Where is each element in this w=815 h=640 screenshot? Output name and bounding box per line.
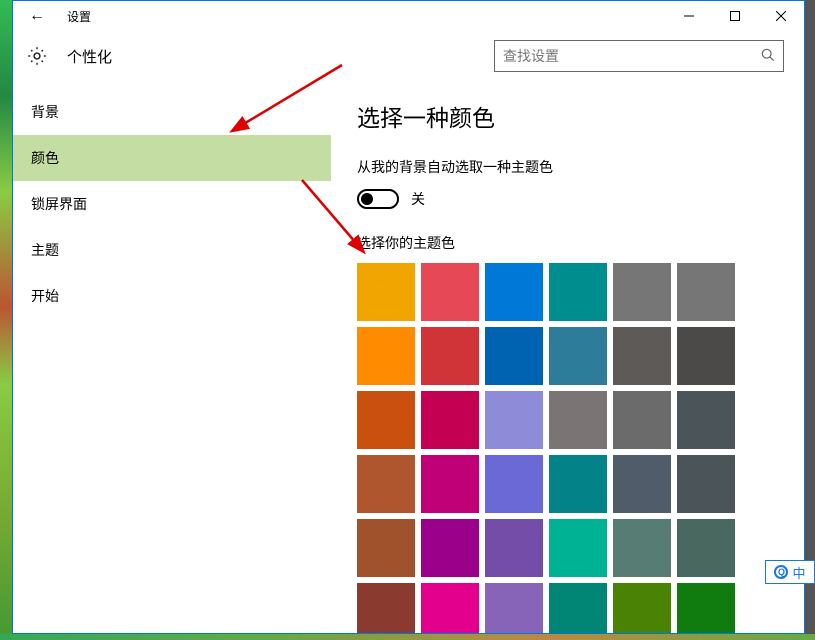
sidebar-item-1[interactable]: 颜色	[13, 135, 331, 181]
color-swatch-25[interactable]	[421, 519, 479, 577]
color-swatch-28[interactable]	[613, 519, 671, 577]
sidebar-item-4[interactable]: 开始	[13, 273, 331, 319]
color-swatch-1[interactable]	[421, 263, 479, 321]
color-swatch-20[interactable]	[485, 455, 543, 513]
content-pane: 选择一种颜色 从我的背景自动选取一种主题色 关 选择你的主题色	[331, 81, 804, 633]
auto-pick-toggle[interactable]	[357, 189, 399, 209]
color-swatch-35[interactable]	[677, 583, 735, 633]
color-swatch-34[interactable]	[613, 583, 671, 633]
color-swatch-12[interactable]	[357, 391, 415, 449]
color-swatch-5[interactable]	[677, 263, 735, 321]
color-swatch-32[interactable]	[485, 583, 543, 633]
toggle-state-label: 关	[411, 189, 425, 209]
color-swatch-8[interactable]	[485, 327, 543, 385]
sidebar-item-label: 主题	[31, 240, 59, 260]
color-swatch-29[interactable]	[677, 519, 735, 577]
sidebar-item-label: 背景	[31, 102, 59, 122]
color-swatch-30[interactable]	[357, 583, 415, 633]
color-swatch-2[interactable]	[485, 263, 543, 321]
color-swatch-10[interactable]	[613, 327, 671, 385]
accent-label: 选择你的主题色	[357, 233, 804, 253]
sidebar-item-0[interactable]: 背景	[13, 89, 331, 135]
sidebar-item-2[interactable]: 锁屏界面	[13, 181, 331, 227]
minimize-button[interactable]	[666, 1, 712, 31]
color-swatch-14[interactable]	[485, 391, 543, 449]
color-swatch-21[interactable]	[549, 455, 607, 513]
color-swatch-4[interactable]	[613, 263, 671, 321]
desktop-bottom-strip	[0, 634, 815, 640]
desktop-left-strip	[0, 0, 12, 640]
color-swatch-16[interactable]	[613, 391, 671, 449]
color-swatch-27[interactable]	[549, 519, 607, 577]
color-swatch-24[interactable]	[357, 519, 415, 577]
section-title: 个性化	[61, 46, 112, 67]
color-swatch-0[interactable]	[357, 263, 415, 321]
settings-window: ← 设置 个性化 查找设置	[12, 0, 805, 634]
sidebar-item-label: 锁屏界面	[31, 194, 87, 214]
ime-indicator[interactable]: Q 中	[765, 560, 815, 584]
color-swatch-15[interactable]	[549, 391, 607, 449]
gear-icon	[13, 32, 61, 80]
search-icon	[761, 48, 775, 65]
color-swatch-31[interactable]	[421, 583, 479, 633]
color-swatch-19[interactable]	[421, 455, 479, 513]
color-grid	[357, 263, 804, 633]
color-swatch-33[interactable]	[549, 583, 607, 633]
back-button[interactable]: ←	[13, 1, 61, 31]
color-swatch-22[interactable]	[613, 455, 671, 513]
header-row: 个性化 查找设置	[13, 31, 804, 81]
ime-icon: Q	[774, 565, 788, 579]
close-button[interactable]	[758, 1, 804, 31]
sidebar-item-label: 颜色	[31, 148, 59, 168]
ime-label: 中	[792, 563, 805, 582]
color-swatch-23[interactable]	[677, 455, 735, 513]
color-swatch-7[interactable]	[421, 327, 479, 385]
titlebar: ← 设置	[13, 1, 804, 31]
window-title: 设置	[61, 8, 91, 25]
sidebar-item-label: 开始	[31, 286, 59, 306]
color-swatch-6[interactable]	[357, 327, 415, 385]
color-swatch-9[interactable]	[549, 327, 607, 385]
sidebar-item-3[interactable]: 主题	[13, 227, 331, 273]
color-swatch-13[interactable]	[421, 391, 479, 449]
sidebar: 背景颜色锁屏界面主题开始	[13, 81, 331, 633]
page-heading: 选择一种颜色	[357, 99, 804, 133]
search-input[interactable]: 查找设置	[494, 40, 784, 72]
color-swatch-26[interactable]	[485, 519, 543, 577]
maximize-button[interactable]	[712, 1, 758, 31]
color-swatch-11[interactable]	[677, 327, 735, 385]
auto-pick-label: 从我的背景自动选取一种主题色	[357, 157, 804, 177]
color-swatch-18[interactable]	[357, 455, 415, 513]
color-swatch-17[interactable]	[677, 391, 735, 449]
color-swatch-3[interactable]	[549, 263, 607, 321]
search-placeholder: 查找设置	[503, 46, 761, 66]
